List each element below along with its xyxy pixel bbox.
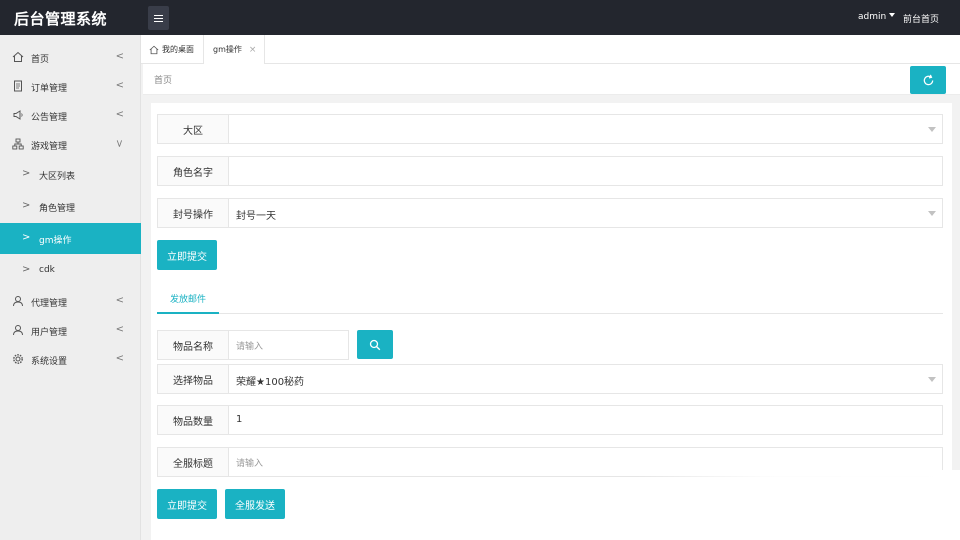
broadcast-title-label: 全服标题: [158, 448, 229, 476]
sidebar-item-label: 订单管理: [31, 84, 68, 94]
refresh-button[interactable]: [910, 66, 946, 94]
search-icon: [369, 339, 381, 350]
quantity-label: 物品数量: [158, 406, 229, 434]
user-icon: [13, 325, 23, 336]
sidebar-subitem-label: cdk: [39, 265, 55, 275]
quantity-value: 1: [236, 414, 243, 425]
caret-down-icon: [928, 127, 936, 132]
tab-bar: 我的桌面 gm操作 ×: [141, 35, 960, 64]
item-name-input[interactable]: 物品名称 请输入: [157, 330, 349, 360]
sidebar-item-users[interactable]: 用户管理 <: [0, 316, 141, 345]
broadcast-send-button[interactable]: 全服发送: [225, 489, 285, 519]
select-item-dropdown[interactable]: 选择物品 荣耀★100秘药: [157, 364, 943, 394]
sidebar-item-agents[interactable]: 代理管理 <: [0, 287, 141, 316]
chevron-left-icon: <: [115, 51, 124, 62]
sidebar-item-home[interactable]: 首页 <: [0, 43, 141, 72]
watermark-fade: [636, 470, 960, 540]
ban-label: 封号操作: [158, 199, 229, 227]
sidebar-subitem-cdk[interactable]: > cdk: [0, 255, 141, 286]
broadcast-title-placeholder: 请输入: [236, 459, 264, 469]
menu-toggle-button[interactable]: [148, 6, 169, 30]
mail-tab-bar: 发放邮件: [157, 284, 943, 314]
sidebar-item-settings[interactable]: 系统设置 <: [0, 345, 141, 374]
sidebar-subitem-region-list[interactable]: > 大区列表: [0, 159, 141, 190]
sidebar-subitem-label: 角色管理: [39, 204, 76, 214]
sidebar-subitem-label: gm操作: [39, 236, 72, 246]
tab-label: 我的桌面: [162, 45, 194, 54]
chevron-right-icon: >: [22, 232, 31, 243]
tab-my-desktop[interactable]: 我的桌面: [149, 35, 194, 64]
sidebar-item-label: 用户管理: [31, 328, 68, 338]
caret-down-icon: [928, 377, 936, 382]
ban-select[interactable]: 封号操作 封号一天: [157, 198, 943, 228]
sidebar: 首页 < 订单管理 < 公告管理 < 游戏管理 < > 大区列表 > 角色管理 …: [0, 35, 141, 540]
sidebar-item-games[interactable]: 游戏管理 <: [0, 130, 141, 159]
brand-title: 后台管理系统: [14, 10, 108, 28]
sidebar-item-label: 系统设置: [31, 357, 68, 367]
search-button[interactable]: [357, 330, 393, 359]
chevron-down-icon: <: [114, 139, 126, 148]
breadcrumb[interactable]: 首页: [154, 73, 172, 86]
frontend-home-link[interactable]: 前台首页: [903, 12, 939, 25]
chevron-left-icon: <: [115, 324, 124, 335]
chevron-left-icon: <: [115, 353, 124, 364]
home-icon: [12, 51, 24, 62]
caret-down-icon: [889, 13, 896, 17]
chevron-right-icon: >: [22, 200, 31, 211]
select-item-value: 荣耀★100秘药: [236, 377, 305, 388]
chevron-left-icon: <: [115, 109, 124, 120]
sidebar-item-label: 游戏管理: [31, 142, 68, 152]
item-name-label: 物品名称: [158, 331, 229, 359]
region-select[interactable]: 大区: [157, 114, 943, 144]
select-item-label: 选择物品: [158, 365, 229, 393]
sidebar-subitem-gm[interactable]: > gm操作: [0, 223, 141, 254]
chevron-left-icon: <: [115, 80, 124, 91]
sidebar-subitem-roles[interactable]: > 角色管理: [0, 191, 141, 222]
user-icon: [13, 296, 23, 307]
role-name-input[interactable]: 角色名字: [157, 156, 943, 186]
mail-submit-button[interactable]: 立即提交: [157, 489, 217, 519]
user-name: admin: [858, 12, 887, 22]
sidebar-item-label: 公告管理: [31, 113, 68, 123]
chevron-left-icon: <: [115, 295, 124, 306]
caret-down-icon: [928, 211, 936, 216]
submit-button[interactable]: 立即提交: [157, 240, 217, 270]
gear-icon: [13, 354, 23, 364]
role-name-label: 角色名字: [158, 157, 229, 185]
sidebar-item-orders[interactable]: 订单管理 <: [0, 72, 141, 101]
home-icon: [149, 45, 159, 54]
sitemap-icon: [12, 138, 24, 150]
chevron-right-icon: >: [22, 168, 31, 179]
chevron-right-icon: >: [22, 264, 31, 275]
sidebar-item-announcements[interactable]: 公告管理 <: [0, 101, 141, 130]
breadcrumb-bar: 首页: [143, 64, 960, 95]
sidebar-subitem-label: 大区列表: [39, 172, 76, 182]
megaphone-icon: [13, 110, 23, 120]
tab-send-mail[interactable]: 发放邮件: [157, 284, 219, 314]
sidebar-item-label: 代理管理: [31, 299, 68, 309]
close-icon[interactable]: ×: [249, 45, 257, 55]
tab-gm[interactable]: gm操作 ×: [203, 35, 265, 64]
item-name-placeholder: 请输入: [236, 342, 264, 352]
document-icon: [14, 80, 22, 92]
region-label: 大区: [158, 115, 229, 143]
refresh-icon: [923, 74, 933, 85]
quantity-input[interactable]: 物品数量 1: [157, 405, 943, 435]
tab-label: gm操作: [213, 45, 242, 54]
hamburger-icon: [154, 14, 163, 22]
top-bar: 后台管理系统 admin 前台首页: [0, 0, 960, 35]
user-menu[interactable]: admin: [858, 12, 896, 22]
sidebar-item-label: 首页: [31, 55, 50, 65]
ban-value: 封号一天: [236, 211, 276, 222]
